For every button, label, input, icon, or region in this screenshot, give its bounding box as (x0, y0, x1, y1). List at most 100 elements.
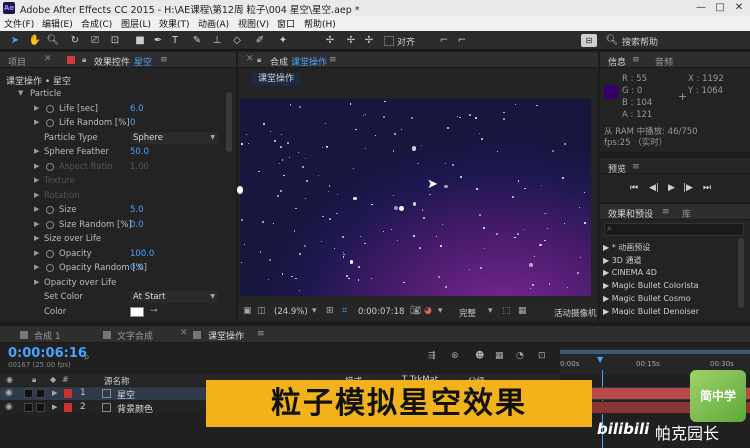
axis-local-icon[interactable]: ✢ (323, 34, 337, 47)
camera-dropdown[interactable]: 活动摄像机 (554, 307, 598, 319)
chevron-down-icon[interactable]: ▾ (488, 306, 493, 316)
menu-edit[interactable]: 编辑(E) (42, 17, 73, 30)
next-frame-icon[interactable]: |▶ (683, 183, 693, 193)
layer-switch-box[interactable] (24, 403, 33, 412)
stopwatch-icon[interactable] (46, 119, 54, 127)
panel-menu-icon[interactable]: ≡ (257, 329, 265, 339)
tab-effects-presets[interactable]: 效果和预设 (608, 207, 653, 220)
maximize-button[interactable]: □ (711, 1, 729, 15)
layer-color-label[interactable] (64, 403, 72, 412)
snap-checkbox[interactable] (384, 36, 394, 46)
minimize-button[interactable]: — (692, 1, 710, 15)
chevron-down-icon[interactable]: ▾ (312, 306, 317, 316)
eye-icon[interactable]: ◉ (5, 402, 13, 412)
disclosure-closed-icon[interactable]: ▶ (34, 191, 39, 199)
effects-item[interactable]: ▶ CINEMA 4D (603, 268, 657, 277)
effect-property-row[interactable]: ▶ Size 5.0 (0, 203, 234, 218)
magnification-dropdown[interactable]: (24.9%) (274, 307, 308, 317)
tab-info[interactable]: 信息 (608, 55, 626, 68)
transparency-grid-icon[interactable]: ▦ (518, 306, 527, 316)
effects-item[interactable]: ▶ Magic Bullet Cosmo (603, 294, 691, 303)
menu-help[interactable]: 帮助(H) (304, 17, 336, 30)
zoom-tool-icon[interactable]: 🔍︎ (46, 34, 60, 47)
property-value[interactable]: 50.0 (130, 147, 149, 157)
property-dropdown[interactable]: Sphere (130, 131, 218, 144)
effect-property-row[interactable]: ▶ Size Random [%] 0.0 (0, 218, 234, 233)
effects-item[interactable]: ▶ Magic Bullet Denoiser (603, 307, 699, 315)
eye-icon[interactable]: ◉ (5, 388, 13, 398)
tab-preview[interactable]: 预览 (608, 162, 626, 175)
region-of-interest-icon[interactable]: ⬚ (502, 306, 511, 316)
previous-frame-icon[interactable]: ◀| (649, 183, 659, 193)
disclosure-closed-icon[interactable]: ▶ (34, 263, 39, 271)
disclosure-closed-icon[interactable]: ▶ (34, 220, 39, 228)
snapshot-icon[interactable]: 📷︎ (410, 306, 421, 316)
tab-library[interactable]: 库 (682, 207, 691, 220)
close-icon[interactable]: ✕ (44, 54, 52, 64)
property-value[interactable]: 5.0 (130, 205, 144, 215)
tab-composition-name[interactable]: 课堂操作 (291, 55, 327, 68)
tab-effect-controls-layer[interactable]: 星空 (134, 55, 152, 68)
puppet-pin-tool-icon[interactable]: ✦ (276, 34, 290, 47)
chevron-down-icon[interactable]: ▾ (438, 306, 443, 316)
last-frame-icon[interactable]: ⏭ (703, 183, 711, 193)
panel-menu-icon[interactable]: ≡ (662, 207, 670, 217)
stopwatch-icon[interactable] (46, 264, 54, 272)
motion-blur-icon[interactable]: ◔ (516, 351, 524, 361)
mask-visibility-icon[interactable]: ⌗ (342, 306, 347, 316)
tab-text-comp[interactable]: 文字合成 (117, 329, 153, 342)
layer-name[interactable]: 星空 (117, 388, 135, 401)
effects-item[interactable]: ▶ 3D 通道 (603, 255, 642, 266)
layer-name[interactable]: 背景颜色 (117, 402, 153, 415)
effect-property-row[interactable]: ▶ Rotation (0, 189, 234, 204)
frame-blending-icon[interactable]: ▦ (495, 351, 504, 361)
effect-property-row[interactable]: Color ⊸ (0, 305, 234, 320)
play-icon[interactable]: ▶ (668, 183, 675, 193)
current-time-display[interactable]: 0:00:07:18 (358, 307, 404, 317)
workspace-icon[interactable]: ⊟ (581, 34, 597, 47)
selection-tool-icon[interactable]: ➤ (8, 34, 22, 47)
scrollbar[interactable] (226, 92, 232, 152)
tab-project[interactable]: 项目 (8, 55, 26, 68)
close-icon[interactable]: ✕ (180, 328, 188, 338)
property-value[interactable]: 6.0 (130, 104, 144, 114)
tab-audio[interactable]: 音频 (655, 55, 673, 68)
pen-tool-icon[interactable]: ✒ (151, 34, 165, 47)
search-icon[interactable]: ⌕ (84, 352, 90, 363)
effect-property-row[interactable]: ▶ Opacity Random [%] 0.0 (0, 261, 234, 276)
axis-view-icon[interactable]: ✢ (362, 34, 376, 47)
search-help-field[interactable]: 搜索帮助 (622, 35, 658, 48)
eyedropper-icon[interactable]: ⊸ (150, 306, 158, 316)
snap-edges-icon[interactable]: ⌐ (455, 34, 469, 47)
layer-switch-box[interactable] (36, 403, 45, 412)
panel-menu-icon[interactable]: ≡ (632, 162, 640, 172)
effect-property-row[interactable]: ▶ Texture (0, 174, 234, 189)
menu-file[interactable]: 文件(F) (4, 17, 34, 30)
effect-property-row[interactable]: ▶ Aspect Ratio 1.00 (0, 160, 234, 175)
stopwatch-icon[interactable] (46, 249, 54, 258)
rectangle-tool-icon[interactable]: ■ (133, 34, 147, 47)
layer-switch-box[interactable] (36, 389, 45, 398)
effects-item[interactable]: ▶ * 动画预设 (603, 242, 650, 253)
layer-color-label[interactable] (64, 389, 72, 398)
stopwatch-icon[interactable] (46, 206, 54, 214)
layer-switch-box[interactable] (24, 389, 33, 398)
always-preview-icon[interactable]: ▣ (243, 306, 252, 316)
playhead-icon[interactable]: ▼ (597, 355, 603, 364)
comp-flowchart-icon[interactable]: ⇶ (428, 351, 436, 361)
menu-window[interactable]: 窗口 (277, 17, 295, 30)
effect-property-row[interactable]: ▶ Life Random [%] 0 (0, 116, 234, 131)
disclosure-closed-icon[interactable]: ▶ (52, 403, 57, 411)
lock-icon[interactable]: 🔒︎ (257, 55, 261, 65)
menu-composition[interactable]: 合成(C) (81, 17, 112, 30)
effect-property-row[interactable]: ▶ Opacity over Life (0, 276, 234, 291)
snap-grid-icon[interactable]: ⌐ (437, 34, 451, 47)
disclosure-closed-icon[interactable]: ▶ (34, 176, 39, 184)
effect-property-row[interactable]: ▶ Size over Life (0, 232, 234, 247)
property-dropdown[interactable]: At Start (130, 291, 218, 303)
disclosure-closed-icon[interactable]: ▶ (34, 104, 39, 112)
brush-tool-icon[interactable]: ✎ (190, 34, 204, 47)
menu-effect[interactable]: 效果(T) (159, 17, 190, 30)
panel-menu-icon[interactable]: ≡ (329, 55, 337, 65)
property-value[interactable]: 0 (130, 118, 135, 128)
